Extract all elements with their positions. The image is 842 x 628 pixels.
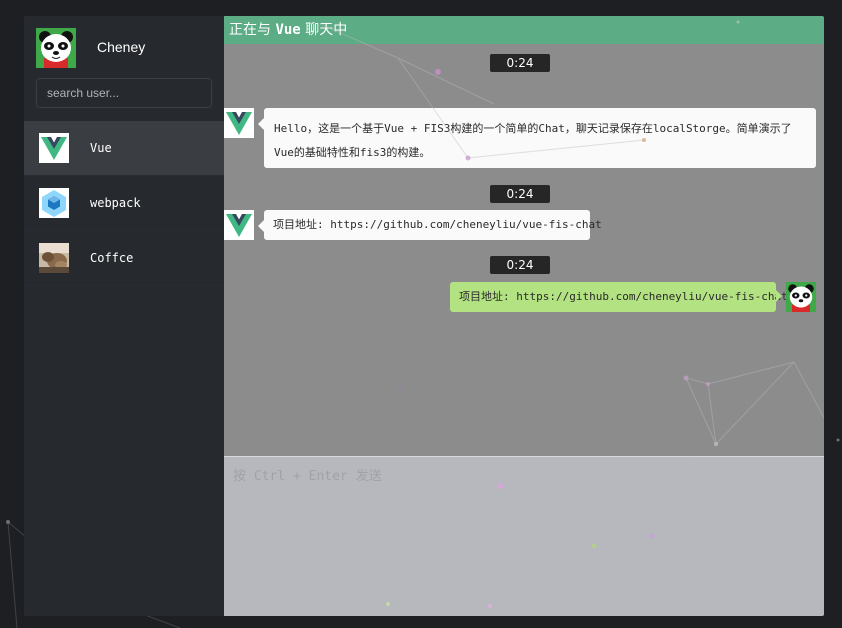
chat-header-prefix: 正在与 bbox=[229, 22, 276, 38]
search-user-input[interactable] bbox=[36, 78, 212, 108]
search-box bbox=[36, 78, 212, 108]
chat-panel: 正在与 Vue 聊天中 0:24 Hello，这是一个基于Vue + FIS3构… bbox=[224, 16, 824, 616]
contact-item-coffce[interactable]: Coffce bbox=[24, 231, 224, 286]
message-time: 0:24 bbox=[490, 185, 550, 203]
message-time: 0:24 bbox=[490, 256, 550, 274]
contact-item-webpack[interactable]: webpack bbox=[24, 176, 224, 231]
user-profile: Cheney bbox=[24, 16, 224, 80]
message-text-line: 项目地址: https://github.com/cheneyliu/vue-f… bbox=[459, 290, 788, 303]
panda-avatar-icon bbox=[36, 28, 76, 68]
message-bubble-outgoing: 项目地址: https://github.com/cheneyliu/vue-f… bbox=[450, 282, 788, 312]
message-input[interactable] bbox=[224, 457, 824, 616]
panda-avatar-icon bbox=[786, 282, 816, 312]
vue-logo-icon bbox=[224, 108, 254, 138]
message-list: 0:24 Hello，这是一个基于Vue + FIS3构建的一个简单的Chat，… bbox=[224, 44, 824, 456]
contact-name: Coffce bbox=[90, 251, 134, 265]
vue-logo-icon bbox=[39, 133, 69, 163]
contact-name: Vue bbox=[90, 141, 112, 155]
message-bubble-incoming: 项目地址: https://github.com/cheneyliu/vue-f… bbox=[258, 210, 602, 240]
contact-item-vue[interactable]: Vue bbox=[24, 121, 224, 176]
contact-list: Vue webpack Coffce bbox=[24, 121, 224, 286]
message-composer bbox=[224, 456, 824, 616]
chat-header-suffix: 聊天中 bbox=[300, 22, 348, 38]
chat-header: 正在与 Vue 聊天中 bbox=[224, 16, 824, 44]
contact-name: webpack bbox=[90, 196, 141, 210]
message-text-line: 项目地址: https://github.com/cheneyliu/vue-f… bbox=[273, 218, 602, 231]
webpack-logo-icon bbox=[39, 188, 69, 218]
chat-header-contact: Vue bbox=[275, 22, 301, 38]
current-user-name: Cheney bbox=[97, 39, 146, 55]
sidebar: Cheney Vue webpack bbox=[24, 16, 224, 616]
message-bubble-incoming: Hello，这是一个基于Vue + FIS3构建的一个简单的Chat，聊天记录保… bbox=[258, 108, 816, 168]
chat-app-window: Cheney Vue webpack bbox=[24, 16, 824, 616]
message-time: 0:24 bbox=[490, 54, 550, 72]
cat-photo-icon bbox=[39, 243, 69, 273]
vue-logo-icon bbox=[224, 210, 254, 240]
